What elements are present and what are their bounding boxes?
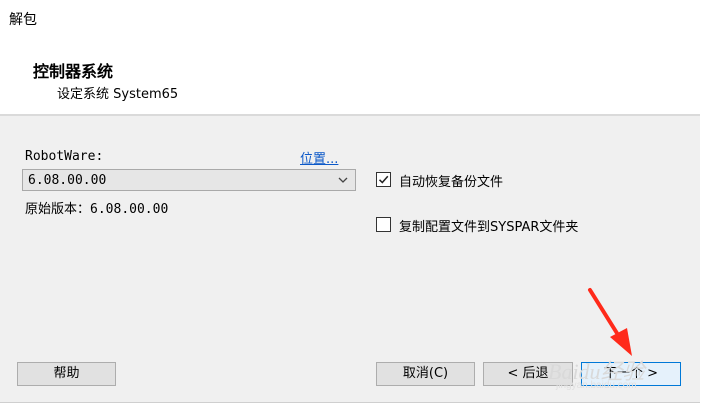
wizard-header: 控制器系统 设定系统 System65 [0,36,700,114]
back-button[interactable]: < 后退 [483,362,573,386]
bottom-divider [0,402,700,403]
copy-config-checkbox[interactable] [376,217,391,232]
window-edge [700,0,722,418]
location-link[interactable]: 位置... [300,148,338,167]
page-title: 控制器系统 [33,62,114,81]
robotware-version-select[interactable]: 6.08.00.00 [22,169,356,191]
selected-version: 6.08.00.00 [28,173,107,188]
window-title: 解包 [9,12,37,28]
chevron-down-icon [338,177,348,183]
auto-restore-checkbox[interactable] [376,172,391,187]
original-version-label: 原始版本： [25,202,91,217]
check-icon [378,175,389,184]
help-button[interactable]: 帮助 [17,362,116,386]
content-panel: RobotWare: 位置... 6.08.00.00 原始版本：6.08.00… [0,116,700,402]
robotware-label: RobotWare: [25,149,104,164]
original-version: 原始版本：6.08.00.00 [25,198,168,217]
auto-restore-label[interactable]: 自动恢复备份文件 [399,171,503,190]
original-version-value: 6.08.00.00 [90,202,169,217]
page-subtitle: 设定系统 System65 [57,87,179,102]
next-button[interactable]: 下一个 > [581,362,681,386]
copy-config-label[interactable]: 复制配置文件到SYSPAR文件夹 [399,216,578,235]
title-bar: 解包 [0,0,722,36]
cancel-button[interactable]: 取消(C) [376,362,475,386]
